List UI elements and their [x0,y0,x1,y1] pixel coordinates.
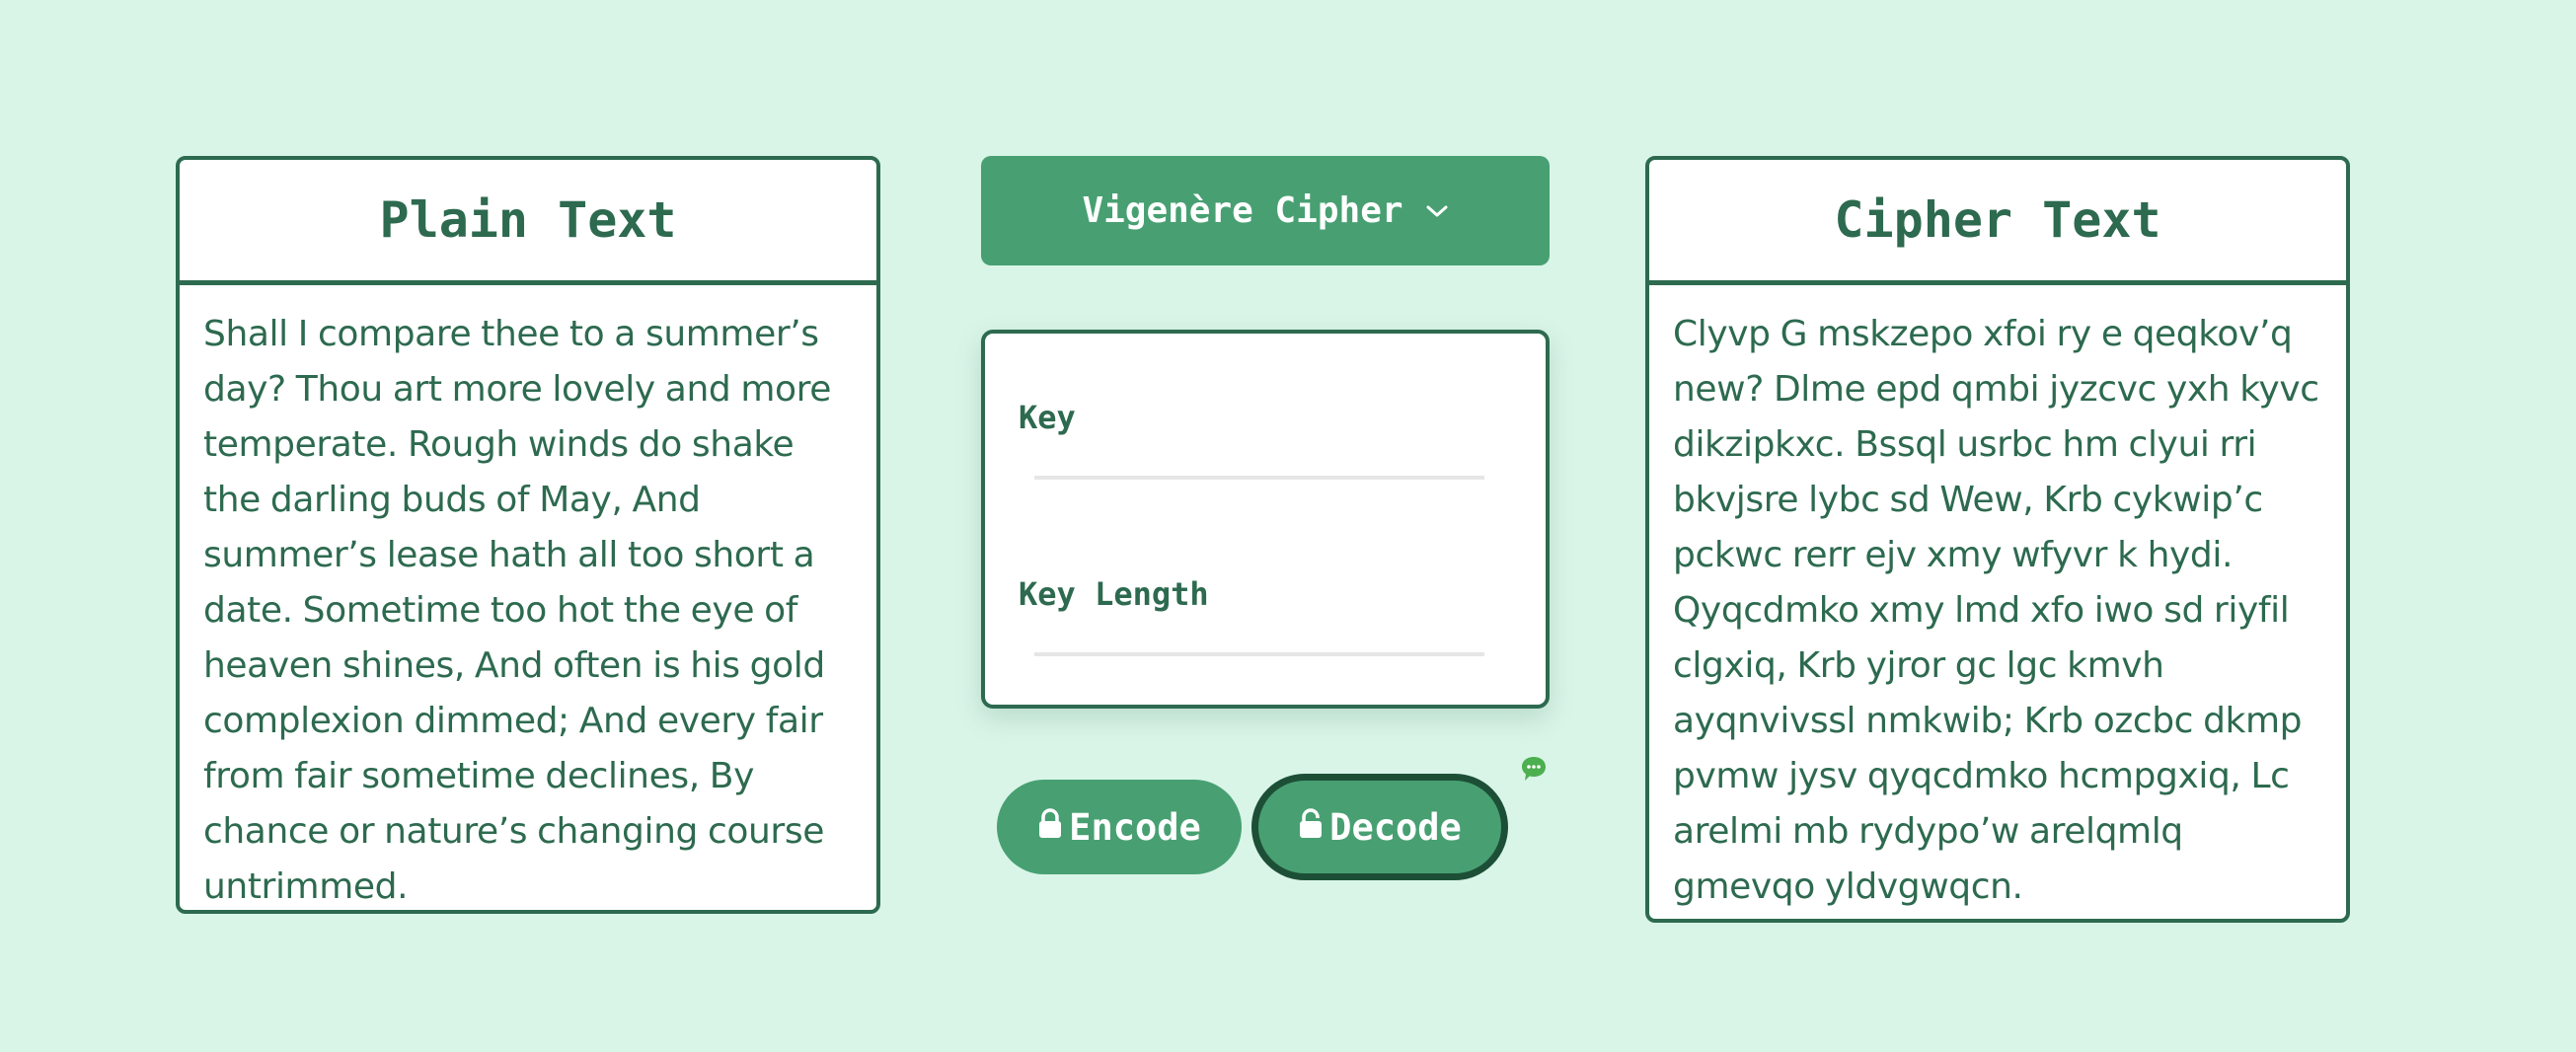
encode-label: Encode [1069,805,1201,849]
cipher-text-panel: Cipher Text Clyvp G mskzepo xfoi ry e qe… [1645,156,2350,923]
key-label: Key [1019,399,1076,436]
decode-label: Decode [1329,805,1462,849]
encode-button[interactable]: Encode [997,780,1242,874]
cipher-selector-button[interactable]: Vigenère Cipher [981,156,1550,265]
unlock-icon [1298,806,1324,849]
chevron-down-icon [1425,203,1449,219]
lock-icon [1037,806,1063,849]
key-settings-card: Key Key Length [981,330,1550,709]
cipher-selector-label: Vigenère Cipher [1082,190,1403,231]
key-input[interactable] [1034,436,1484,480]
chat-icon[interactable] [1520,755,1548,789]
cipher-text-title: Cipher Text [1649,160,2346,285]
plain-text-title: Plain Text [180,160,876,285]
cipher-text-area[interactable]: Clyvp G mskzepo xfoi ry e qeqkov’q new? … [1649,285,2346,915]
plain-text-panel: Plain Text Shall I compare thee to a sum… [176,156,880,914]
key-length-label: Key Length [1019,575,1209,613]
decode-button[interactable]: Decode [1251,774,1508,880]
key-length-input[interactable] [1034,613,1484,656]
plain-text-area[interactable]: Shall I compare thee to a summer’s day? … [180,285,876,910]
